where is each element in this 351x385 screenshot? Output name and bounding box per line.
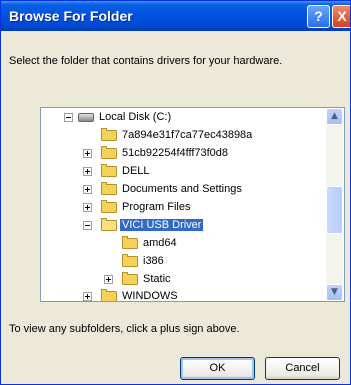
tree-item-label: Static <box>143 273 171 285</box>
folder-icon <box>101 146 117 159</box>
tree-item-static[interactable]: Static <box>41 271 325 289</box>
tree-item-label: Local Disk (C:) <box>99 111 172 123</box>
tree-item-label: WINDOWS <box>122 290 178 302</box>
tree-item-7a894e31f7ca77ec43898a[interactable]: 7a894e31f7ca77ec43898a <box>41 127 325 145</box>
folder-tree[interactable]: Local Disk (C:) 7a894e31f7ca77ec43898a 5… <box>40 107 345 302</box>
collapse-icon[interactable] <box>64 113 73 122</box>
folder-icon <box>101 164 117 177</box>
tree-item-dell[interactable]: DELL <box>41 163 325 181</box>
tree-item-windows[interactable]: WINDOWS <box>41 288 325 302</box>
tree-item-vici-usb-driver[interactable]: VICI USB Driver <box>41 217 325 235</box>
tree-item-label: 7a894e31f7ca77ec43898a <box>122 129 253 141</box>
close-button[interactable]: X <box>332 5 350 28</box>
tree-item-i386[interactable]: i386 <box>41 253 325 271</box>
scroll-down-icon[interactable]: ▼ <box>326 284 343 301</box>
help-button[interactable]: ? <box>307 5 330 28</box>
tree-item-documents-and-settings[interactable]: Documents and Settings <box>41 181 325 199</box>
tree-item-label: Documents and Settings <box>122 183 242 195</box>
tree-item-label: amd64 <box>143 237 177 249</box>
tree-item-amd64[interactable]: amd64 <box>41 235 325 253</box>
expand-icon[interactable] <box>83 292 92 301</box>
tree-item-label-selected: VICI USB Driver <box>120 219 204 231</box>
tree-item-program-files[interactable]: Program Files <box>41 199 325 217</box>
ok-button[interactable]: OK <box>180 357 255 380</box>
tree-item-51cb92254f4fff73f0d8[interactable]: 51cb92254f4fff73f0d8 <box>41 145 325 163</box>
expand-icon[interactable] <box>83 185 92 194</box>
expand-icon[interactable] <box>104 275 113 284</box>
tree-item-local-disk[interactable]: Local Disk (C:) <box>41 109 325 127</box>
tree-item-label: Program Files <box>122 201 191 213</box>
tree-item-label: DELL <box>122 165 150 177</box>
folder-icon <box>122 272 138 285</box>
cancel-button[interactable]: Cancel <box>265 357 340 380</box>
browse-for-folder-dialog: Browse For Folder ? X Select the folder … <box>0 0 351 385</box>
folder-icon <box>122 254 138 267</box>
folder-icon <box>101 182 117 195</box>
instruction-text: Select the folder that contains drivers … <box>9 55 283 67</box>
scrollbar-thumb[interactable] <box>326 186 343 234</box>
hint-text: To view any subfolders, click a plus sig… <box>9 323 240 335</box>
expand-icon[interactable] <box>83 149 92 158</box>
folder-icon <box>122 236 138 249</box>
title-bar[interactable]: Browse For Folder ? X <box>1 1 350 31</box>
folder-icon <box>101 289 117 301</box>
folder-icon <box>101 128 117 141</box>
tree-item-label: 51cb92254f4fff73f0d8 <box>122 147 229 159</box>
disk-icon <box>78 113 94 122</box>
dialog-title: Browse For Folder <box>9 8 133 24</box>
tree-item-label: i386 <box>143 255 164 267</box>
expand-icon[interactable] <box>83 203 92 212</box>
open-folder-icon <box>101 218 117 231</box>
expand-icon[interactable] <box>83 167 92 176</box>
vertical-scrollbar[interactable]: ▲ ▼ <box>326 108 343 301</box>
collapse-icon[interactable] <box>83 221 92 230</box>
scroll-up-icon[interactable]: ▲ <box>326 108 343 125</box>
folder-icon <box>101 200 117 213</box>
